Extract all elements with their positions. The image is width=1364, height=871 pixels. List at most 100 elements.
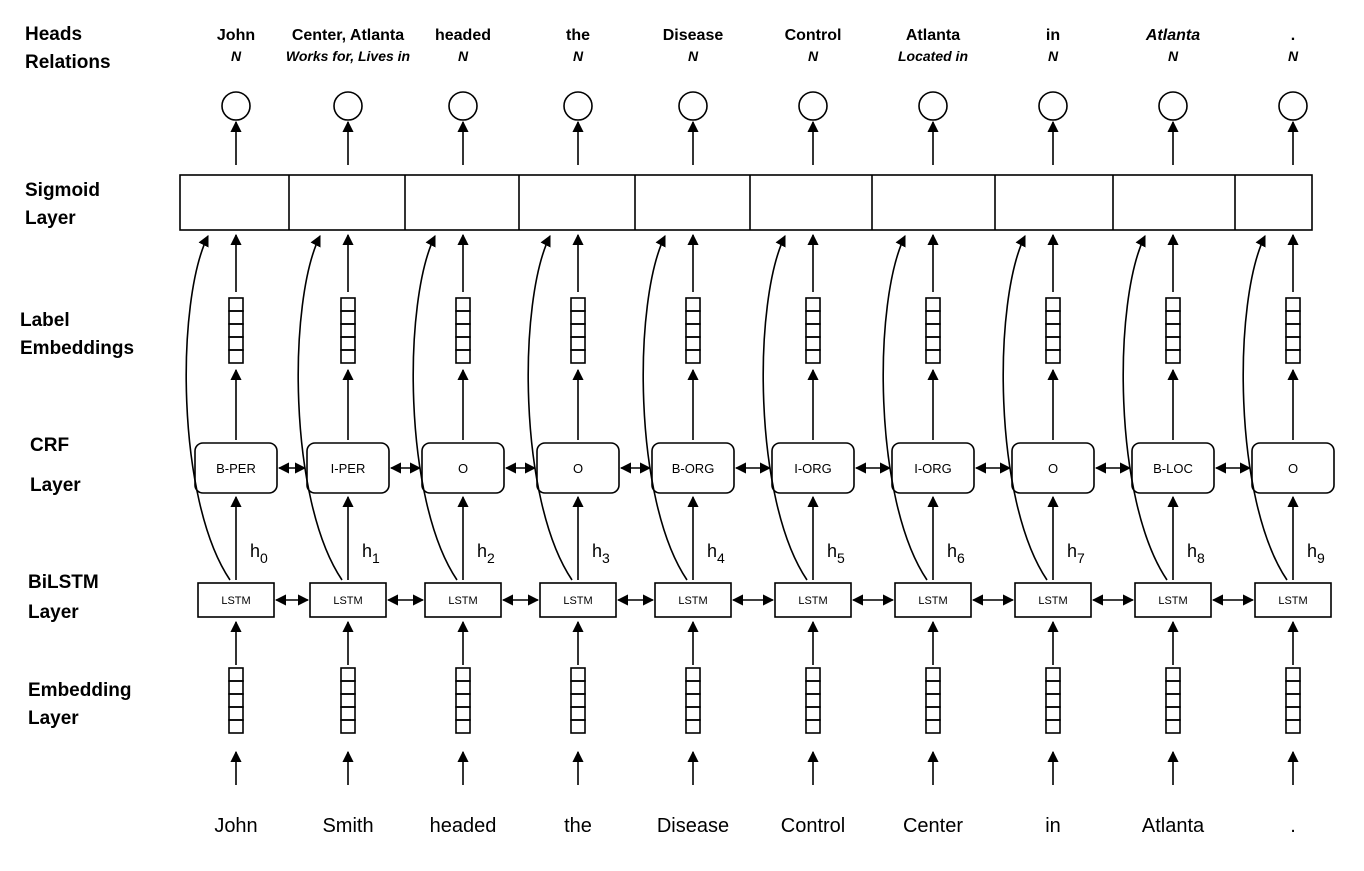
token-column: headed N O LSTM h2 headed [412,27,540,837]
hidden-symbol: h [1187,541,1197,561]
vector-cell [340,706,356,721]
hidden-index: 0 [260,550,268,566]
hidden-state-label: h8 [1187,541,1205,566]
heads-label: Heads [25,24,82,45]
vector-cell [685,719,701,734]
vector-cell [925,693,941,708]
word-embedding-vector [1165,667,1181,734]
label-embedding-vector [685,297,701,364]
vector-cell [1285,310,1301,325]
vector-cell [805,297,821,312]
crf-tag-text: I-ORG [794,461,832,476]
sigmoid-layer-box [179,174,1313,231]
hidden-symbol: h [250,541,260,561]
vector-cell [1165,349,1181,364]
head-text: in [1046,27,1060,44]
vector-cell [685,693,701,708]
vector-cell [1285,693,1301,708]
input-word: Disease [657,815,729,837]
hidden-symbol: h [827,541,837,561]
hidden-state-label: h9 [1307,541,1325,566]
output-node-circle [1278,91,1308,121]
label-embedding-vector [1165,297,1181,364]
skip-connection-arrow [1002,234,1048,581]
vector-cell [1045,336,1061,351]
hidden-state-label: h2 [477,541,495,566]
vector-cell [1285,680,1301,695]
crf-tag-text: B-LOC [1153,461,1193,476]
vector-cell [1165,297,1181,312]
hidden-state-label: h3 [592,541,610,566]
vector-cell [925,349,941,364]
relation-text: N [1288,48,1299,64]
vector-cell [805,706,821,721]
input-word: Atlanta [1142,815,1205,837]
vector-cell [1165,667,1181,682]
word-embedding-vector [228,667,244,734]
hidden-index: 2 [487,550,495,566]
vector-cell [1045,323,1061,338]
crf-tag-text: B-PER [216,461,256,476]
vector-cell [455,297,471,312]
sigmoid-label-1: Sigmoid [25,180,100,201]
hidden-index: 7 [1077,550,1085,566]
hidden-index: 3 [602,550,610,566]
label-embedding-vector [805,297,821,364]
token-column: . N O LSTM h9. [1242,27,1335,837]
output-node-circle [563,91,593,121]
output-node-circle [221,91,251,121]
embedding-label-1: Embedding [28,680,131,701]
hidden-symbol: h [592,541,602,561]
vector-cell [1165,336,1181,351]
embedding-label-2: Layer [28,708,79,729]
lstm-cell-text: LSTM [918,595,947,607]
vector-cell [228,693,244,708]
head-text: Atlanta [1145,27,1200,44]
vector-cell [1285,706,1301,721]
hidden-index: 9 [1317,550,1325,566]
row-labels: Heads Relations Sigmoid Layer Label Embe… [20,24,134,729]
vector-cell [340,693,356,708]
label-embedding-vector [1045,297,1061,364]
output-node-circle [1158,91,1188,121]
crf-tag-text: I-PER [331,461,366,476]
vector-cell [455,693,471,708]
vector-cell [805,336,821,351]
vector-cell [1165,310,1181,325]
vector-cell [1045,680,1061,695]
output-node-circle [333,91,363,121]
vector-cell [1045,297,1061,312]
vector-cell [925,323,941,338]
skip-connection-arrow [762,234,808,581]
label-embedding-vector [925,297,941,364]
input-word: . [1290,815,1296,837]
relation-text: N [1168,48,1179,64]
vector-cell [685,349,701,364]
crf-tag-text: O [1288,461,1298,476]
token-column: Atlanta Located in I-ORG LSTM h6 Center [882,27,1015,837]
hidden-index: 5 [837,550,845,566]
head-text: Center, Atlanta [292,27,404,44]
vector-cell [228,310,244,325]
vector-cell [1165,680,1181,695]
head-text: the [566,27,590,44]
word-embedding-vector [570,667,586,734]
vector-cell [570,706,586,721]
label-embedding-vector [1285,297,1301,364]
hidden-state-label: h7 [1067,541,1085,566]
vector-cell [455,667,471,682]
vector-cell [1165,323,1181,338]
vector-cell [455,310,471,325]
crf-label-2: Layer [30,475,81,496]
vector-cell [1165,706,1181,721]
hidden-state-label: h6 [947,541,965,566]
lstm-cell-text: LSTM [1158,595,1187,607]
input-word: Center [903,815,963,837]
lstm-cell-text: LSTM [1278,595,1307,607]
output-node-circle [448,91,478,121]
label-embedding-vector [228,297,244,364]
output-node-circle [918,91,948,121]
word-embedding-vector [805,667,821,734]
output-node-circle [1038,91,1068,121]
skip-connection-arrow [185,234,231,581]
